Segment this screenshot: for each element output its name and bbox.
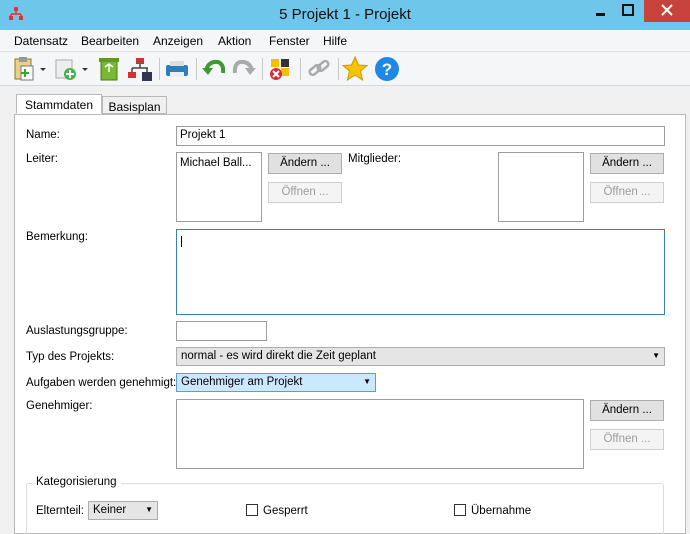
bemerkung-textarea[interactable] (176, 229, 665, 315)
close-button[interactable] (644, 0, 690, 22)
menu-anzeigen[interactable]: Anzeigen (153, 34, 203, 48)
gesperrt-label: Gesperrt (263, 505, 308, 517)
menu-fenster[interactable]: Fenster (269, 34, 310, 48)
new-button[interactable] (52, 55, 92, 83)
name-field[interactable]: Projekt 1 (176, 126, 665, 146)
mitglieder-list[interactable] (498, 152, 584, 222)
network-button[interactable] (126, 55, 154, 83)
menu-datensatz[interactable]: Datensatz (14, 34, 68, 48)
menu-bar: Datensatz Bearbeiten Anzeigen Aktion Fen… (0, 30, 690, 52)
menu-hilfe[interactable]: Hilfe (323, 34, 347, 48)
aufgaben-label: Aufgaben werden genehmigt: (26, 377, 177, 389)
genehmiger-list[interactable] (176, 399, 584, 469)
genehmiger-aendern-button[interactable]: Ändern ... (590, 400, 664, 421)
bemerkung-label: Bemerkung: (26, 231, 89, 243)
gesperrt-checkbox[interactable] (246, 504, 258, 516)
minimize-button[interactable] (586, 0, 614, 22)
name-label: Name: (26, 129, 60, 141)
paste-button[interactable] (12, 55, 50, 83)
auslastung-label: Auslastungsgruppe: (26, 325, 128, 337)
typ-label: Typ des Projekts: (26, 351, 115, 363)
undo-button[interactable] (200, 55, 228, 83)
typ-value: normal - es wird direkt die Zeit geplant (181, 350, 376, 362)
svg-text:?: ? (382, 60, 392, 79)
uebernahme-label: Übernahme (471, 505, 532, 517)
elternteil-label: Elternteil: (36, 505, 84, 517)
menu-aktion[interactable]: Aktion (218, 34, 251, 48)
link-button[interactable] (305, 55, 333, 83)
tab-stammdaten[interactable]: Stammdaten (16, 94, 102, 114)
uebernahme-checkbox[interactable] (454, 504, 466, 516)
typ-dropdown[interactable]: normal - es wird direkt die Zeit geplant… (176, 347, 665, 366)
printer-button[interactable] (163, 55, 191, 83)
genehmiger-oeffnen-button[interactable]: Öffnen ... (590, 429, 664, 450)
leiter-value[interactable]: Michael Ball... (180, 157, 252, 169)
genehmiger-label: Genehmiger: (26, 400, 93, 412)
toolbar-separator (300, 58, 301, 80)
toolbar-separator (338, 58, 339, 80)
mitglieder-aendern-button[interactable]: Ändern ... (590, 153, 664, 174)
redo-button[interactable] (230, 55, 258, 83)
elternteil-value: Keiner (93, 504, 127, 516)
kategorisierung-title: Kategorisierung (32, 476, 121, 488)
chevron-down-icon: ▼ (145, 505, 153, 514)
leiter-list[interactable]: Michael Ball... (176, 152, 262, 222)
text-caret (181, 236, 182, 247)
mitglieder-oeffnen-button[interactable]: Öffnen ... (590, 182, 664, 203)
toolbar-separator (196, 58, 197, 80)
aufgaben-dropdown[interactable]: Genehmiger am Projekt ▼ (176, 373, 376, 392)
menu-bearbeiten[interactable]: Bearbeiten (81, 34, 139, 48)
chevron-down-icon: ▼ (652, 351, 660, 360)
maximize-button[interactable] (614, 0, 642, 22)
tools-remove-button[interactable] (266, 55, 296, 83)
tab-basisplan[interactable]: Basisplan (102, 96, 167, 114)
aufgaben-value: Genehmiger am Projekt (181, 376, 303, 388)
auslastung-field[interactable] (176, 321, 267, 341)
toolbar-separator (159, 58, 160, 80)
elternteil-dropdown[interactable]: Keiner ▼ (88, 501, 158, 520)
toolbar: ? (0, 52, 690, 86)
recycle-button[interactable] (96, 55, 122, 83)
tab-panel (14, 114, 686, 534)
help-button[interactable]: ? (373, 55, 401, 83)
star-button[interactable] (341, 55, 369, 83)
leiter-aendern-button[interactable]: Ändern ... (268, 153, 342, 174)
chevron-down-icon: ▼ (363, 377, 371, 386)
leiter-label: Leiter: (26, 153, 58, 165)
toolbar-separator (262, 58, 263, 80)
mitglieder-label: Mitglieder: (348, 153, 402, 165)
leiter-oeffnen-button[interactable]: Öffnen ... (268, 182, 342, 203)
